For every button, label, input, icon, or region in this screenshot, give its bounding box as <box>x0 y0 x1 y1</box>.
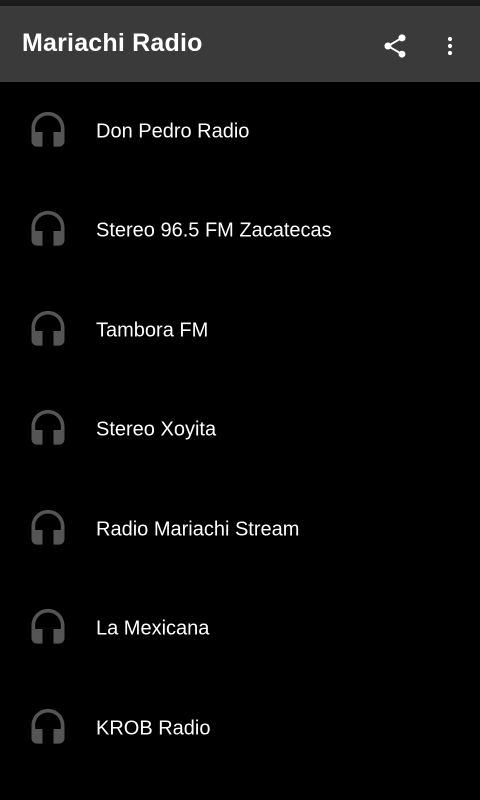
station-name: La Mexicana <box>96 617 210 640</box>
station-name: Stereo 96.5 FM Zacatecas <box>96 219 332 242</box>
station-item[interactable]: Tambora FM <box>0 281 480 381</box>
station-item[interactable]: Don Pedro Radio <box>0 82 480 182</box>
app-bar: Mariachi Radio <box>0 6 480 82</box>
share-button[interactable] <box>375 26 415 66</box>
more-vert-icon <box>447 36 453 56</box>
station-name: Don Pedro Radio <box>96 120 250 143</box>
app-title: Mariachi Radio <box>22 29 203 57</box>
headphones-icon <box>31 310 65 346</box>
headphones-icon <box>31 111 65 147</box>
station-name: KROB Radio <box>96 717 211 740</box>
station-item[interactable]: La Mexicana <box>0 580 480 680</box>
overflow-menu-button[interactable] <box>432 26 468 66</box>
station-name: Radio Mariachi Stream <box>96 518 300 541</box>
headphones-icon <box>31 708 65 744</box>
station-item[interactable]: Stereo 96.5 FM Zacatecas <box>0 182 480 282</box>
headphones-icon <box>31 211 65 246</box>
share-icon <box>384 34 406 58</box>
station-list: Don Pedro Radio Stereo 96.5 FM Zacatecas… <box>0 82 480 779</box>
station-name: Tambora FM <box>96 319 209 342</box>
headphones-icon <box>31 609 65 644</box>
station-item[interactable]: Radio Mariachi Stream <box>0 480 480 580</box>
station-name: Stereo Xoyita <box>96 418 217 441</box>
headphones-icon <box>31 410 65 445</box>
station-item[interactable]: KROB Radio <box>0 679 480 779</box>
headphones-icon <box>31 509 65 545</box>
station-item[interactable]: Stereo Xoyita <box>0 381 480 481</box>
